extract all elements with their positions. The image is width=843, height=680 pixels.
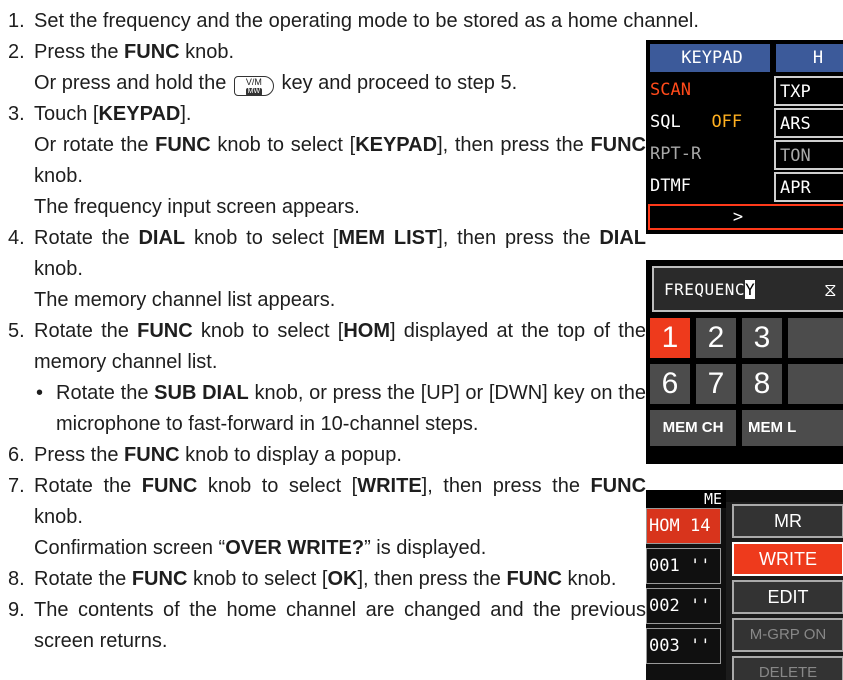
key-4[interactable] xyxy=(788,318,843,358)
step-text: Rotate the DIAL knob to select [MEM LIST… xyxy=(34,227,647,280)
dtmf-menu-item[interactable]: DTMF xyxy=(646,172,768,202)
step-7: 7. Rotate the FUNC knob to select [WRITE… xyxy=(8,471,646,564)
key-6[interactable]: 6 xyxy=(650,364,690,404)
next-page-button[interactable]: > xyxy=(648,204,843,230)
blinking-cursor-icon: ⧖ xyxy=(824,280,837,301)
step-text: Set the frequency and the operating mode… xyxy=(34,10,699,32)
frequency-label: FREQUENCY xyxy=(664,280,756,299)
step-number: 5. xyxy=(8,320,25,342)
key-3[interactable]: 3 xyxy=(742,318,782,358)
step-3: 3. Touch [KEYPAD]. Or rotate the FUNC kn… xyxy=(8,99,646,223)
popup-mgrp-button[interactable]: M-GRP ON xyxy=(732,618,843,652)
step-6: 6. Press the FUNC knob to display a popu… xyxy=(8,440,646,471)
step-number: 4. xyxy=(8,227,25,249)
step-5: 5. Rotate the FUNC knob to select [HOM] … xyxy=(8,316,646,440)
step-result: The memory channel list appears. xyxy=(34,289,336,311)
memory-list-title: ME xyxy=(646,490,726,508)
step-1: 1. Set the frequency and the operating m… xyxy=(8,6,843,37)
mem-ch-button[interactable]: MEM CH xyxy=(650,410,736,446)
memory-row-home[interactable]: HOM 14 xyxy=(646,508,721,544)
memory-list-screen: ME HOM 14 001 '' 002 '' 003 '' MR WRITE … xyxy=(646,490,843,680)
aprs-menu-item[interactable]: APR xyxy=(774,172,843,202)
step-text: Touch [KEYPAD]. xyxy=(34,103,192,125)
rpt-r-menu-item[interactable]: RPT-R xyxy=(646,140,768,170)
step-result: The frequency input screen appears. xyxy=(34,196,360,218)
step-text: Press the FUNC knob. xyxy=(34,41,235,63)
step-text: The contents of the home channel are cha… xyxy=(34,599,646,652)
step-9: 9. The contents of the home channel are … xyxy=(8,595,646,657)
step-number: 7. xyxy=(8,475,25,497)
tone-menu-item[interactable]: TON xyxy=(774,140,843,170)
frequency-input-screen: FREQUENCY ⧖ 1 2 3 6 7 8 MEM CH MEM L xyxy=(646,260,843,464)
step-4: 4. Rotate the DIAL knob to select [MEM L… xyxy=(8,223,646,316)
mem-list-button[interactable]: MEM L xyxy=(742,410,843,446)
step-8: 8. Rotate the FUNC knob to select [OK], … xyxy=(8,564,646,595)
key-2[interactable]: 2 xyxy=(696,318,736,358)
step-text: Press the FUNC knob to display a popup. xyxy=(34,444,402,466)
sql-menu-item[interactable]: SQL OFF xyxy=(646,108,768,138)
bullet: • xyxy=(36,382,44,404)
popup-mr-button[interactable]: MR xyxy=(732,504,843,538)
popup-write-button[interactable]: WRITE xyxy=(732,542,843,576)
key-9[interactable] xyxy=(788,364,843,404)
next-arrow-icon: > xyxy=(732,207,744,227)
ars-menu-item[interactable]: ARS xyxy=(774,108,843,138)
key-7[interactable]: 7 xyxy=(696,364,736,404)
step-text-alt: Or rotate the FUNC knob to select [KEYPA… xyxy=(34,134,646,187)
step-number: 1. xyxy=(8,10,25,32)
memory-row[interactable]: 002 '' xyxy=(646,588,721,624)
step-subnote: • Rotate the SUB DIAL knob, or press the… xyxy=(34,378,646,440)
memory-row[interactable]: 003 '' xyxy=(646,628,721,664)
sql-value: OFF xyxy=(711,112,743,132)
step-text-alt: Or press and hold the V/M MW key and proc… xyxy=(34,72,518,96)
step-text: Rotate the FUNC knob to select [WRITE], … xyxy=(34,475,647,528)
frequency-display: FREQUENCY ⧖ xyxy=(652,266,843,312)
key-8[interactable]: 8 xyxy=(742,364,782,404)
home-menu-button[interactable]: H xyxy=(776,44,843,72)
step-text: Rotate the FUNC knob to select [OK], the… xyxy=(34,568,617,590)
step-result: Confirmation screen “OVER WRITE?” is dis… xyxy=(34,537,487,559)
step-number: 2. xyxy=(8,41,25,63)
step-number: 8. xyxy=(8,568,25,590)
step-number: 9. xyxy=(8,599,25,621)
scan-menu-item[interactable]: SCAN xyxy=(646,76,768,106)
key-1[interactable]: 1 xyxy=(650,318,690,358)
memory-row[interactable]: 001 '' xyxy=(646,548,721,584)
memory-popup-menu: MR WRITE EDIT M-GRP ON DELETE xyxy=(726,502,843,680)
vm-mw-key-icon: V/M MW xyxy=(233,76,274,96)
popup-delete-button[interactable]: DELETE xyxy=(732,656,843,680)
txp-menu-item[interactable]: TXP xyxy=(774,76,843,106)
step-2: 2. Press the FUNC knob. Or press and hol… xyxy=(8,37,646,99)
keypad-menu-button[interactable]: KEYPAD xyxy=(650,44,770,72)
step-number: 3. xyxy=(8,103,25,125)
popup-edit-button[interactable]: EDIT xyxy=(732,580,843,614)
function-menu-screen: KEYPAD H SCAN TXP SQL OFF ARS RPT-R TON … xyxy=(646,40,843,234)
step-number: 6. xyxy=(8,444,25,466)
step-text: Rotate the FUNC knob to select [HOM] dis… xyxy=(34,320,646,373)
